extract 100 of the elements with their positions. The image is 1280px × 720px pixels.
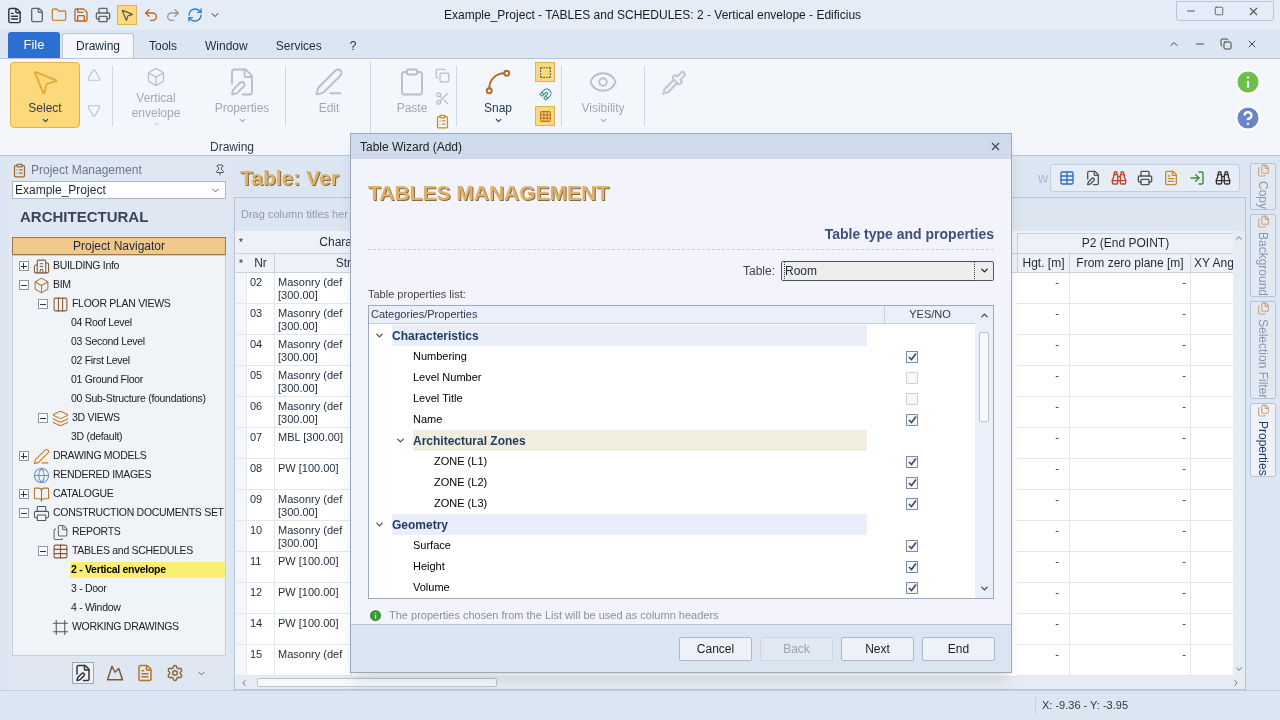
ribbon-tab[interactable]: Window bbox=[192, 33, 261, 58]
vertical-scrollbar[interactable] bbox=[1233, 231, 1245, 676]
settings-icon[interactable] bbox=[165, 664, 184, 682]
help-icon[interactable] bbox=[1234, 104, 1262, 132]
checkbox[interactable] bbox=[906, 455, 918, 468]
side-tab[interactable]: Properties bbox=[1250, 403, 1276, 478]
column-header[interactable]: XY Ang bbox=[1191, 254, 1233, 272]
tree-item[interactable]: DRAWING MODELS bbox=[52, 448, 225, 464]
search-icon[interactable] bbox=[1215, 170, 1231, 186]
row-header-cell[interactable] bbox=[235, 397, 247, 428]
tree-item[interactable]: 04 Roof Level bbox=[70, 315, 225, 331]
snap-mode-toggle[interactable] bbox=[535, 106, 555, 126]
row-header-cell[interactable] bbox=[235, 490, 247, 521]
preview-icon[interactable] bbox=[1111, 170, 1127, 186]
expand-toggle[interactable] bbox=[18, 451, 29, 461]
refresh-icon[interactable] bbox=[187, 7, 203, 23]
ribbon-button[interactable]: Select bbox=[10, 62, 80, 128]
edit-table-icon[interactable] bbox=[1085, 170, 1101, 186]
column-header[interactable]: YES/NO bbox=[885, 306, 975, 323]
category-row[interactable]: Geometry bbox=[392, 514, 867, 535]
row-header-cell[interactable] bbox=[235, 521, 247, 552]
row-header-cell[interactable] bbox=[235, 583, 247, 614]
collapse-chevron-icon[interactable] bbox=[394, 435, 406, 446]
dialog-button[interactable]: End bbox=[922, 636, 995, 661]
collapse-chevron-icon[interactable] bbox=[373, 519, 385, 530]
checkbox[interactable] bbox=[906, 476, 918, 489]
paste-special-icon[interactable] bbox=[435, 114, 450, 129]
snap-mode-toggle[interactable] bbox=[535, 62, 555, 82]
table-select[interactable]: Room bbox=[781, 260, 994, 281]
tree-item[interactable]: 00 Sub-Structure (foundations) bbox=[70, 391, 225, 407]
category-row[interactable]: Characteristics bbox=[392, 325, 867, 346]
print-icon[interactable] bbox=[95, 7, 111, 23]
tree-item[interactable]: 01 Ground Floor bbox=[70, 372, 225, 388]
category-row[interactable]: Architectural Zones bbox=[413, 430, 867, 451]
ribbon-tab[interactable]: Drawing bbox=[62, 33, 134, 58]
ribbon-tab[interactable]: ? bbox=[336, 33, 370, 58]
column-header[interactable]: From zero plane [m] bbox=[1070, 254, 1191, 272]
checkbox[interactable] bbox=[906, 350, 918, 363]
tree-item[interactable]: 2 - Vertical envelope bbox=[70, 562, 225, 578]
column-header[interactable]: Categories/Properties bbox=[369, 306, 885, 323]
ribbon-tab[interactable]: Tools bbox=[136, 33, 191, 58]
row-header-cell[interactable] bbox=[235, 552, 247, 583]
collapse-toggle[interactable] bbox=[37, 299, 48, 309]
project-dropdown[interactable]: Example_Project bbox=[12, 181, 226, 199]
horizontal-scrollbar[interactable] bbox=[235, 676, 1245, 689]
save-icon[interactable] bbox=[73, 7, 89, 23]
collapse-toggle[interactable] bbox=[18, 280, 29, 290]
collapse-chevron-icon[interactable] bbox=[373, 330, 385, 341]
navigator-icon[interactable] bbox=[73, 664, 92, 682]
column-header[interactable]: Hgt. [m] bbox=[1017, 254, 1070, 272]
close-document-icon[interactable] bbox=[1246, 38, 1258, 50]
row-header-cell[interactable] bbox=[235, 335, 247, 366]
checkbox[interactable] bbox=[906, 581, 918, 594]
expand-toggle[interactable] bbox=[18, 489, 29, 499]
export-icon[interactable] bbox=[1163, 170, 1179, 186]
folder-icon[interactable] bbox=[51, 7, 67, 23]
tree-item[interactable]: BUILDING Info bbox=[52, 258, 225, 274]
row-header-cell[interactable] bbox=[235, 273, 247, 304]
close-icon[interactable] bbox=[989, 140, 1002, 153]
undo-icon[interactable] bbox=[143, 7, 159, 23]
tree-item[interactable]: 3D VIEWS bbox=[71, 410, 225, 426]
scroll-down-icon[interactable] bbox=[1234, 664, 1244, 674]
dialog-button[interactable]: Cancel bbox=[679, 636, 752, 661]
row-header-cell[interactable] bbox=[235, 459, 247, 490]
scroll-up-icon[interactable] bbox=[1234, 233, 1244, 243]
column-header[interactable]: Nr bbox=[247, 254, 275, 272]
new-file-icon[interactable] bbox=[29, 7, 45, 23]
tree-item[interactable]: 3D (default) bbox=[70, 429, 225, 445]
scroll-thumb[interactable] bbox=[979, 332, 989, 422]
vertical-scrollbar[interactable] bbox=[975, 306, 993, 598]
ribbon-button[interactable]: Snap bbox=[463, 62, 533, 128]
scroll-down-icon[interactable] bbox=[978, 583, 990, 594]
column-header[interactable]: Str bbox=[275, 254, 352, 272]
tree-item[interactable]: FLOOR PLAN VIEWS bbox=[71, 296, 225, 312]
rock-icon[interactable] bbox=[105, 664, 124, 682]
scroll-right-icon[interactable] bbox=[1231, 677, 1241, 688]
checkbox[interactable] bbox=[906, 413, 918, 426]
row-header-cell[interactable] bbox=[235, 304, 247, 335]
table-icon[interactable] bbox=[1059, 170, 1075, 186]
tree-item[interactable]: 02 First Level bbox=[70, 353, 225, 369]
ribbon-tab[interactable]: Services bbox=[262, 33, 335, 58]
tree-item[interactable]: CONSTRUCTION DOCUMENTS SET bbox=[52, 505, 225, 521]
tree-item[interactable]: 4 - Window bbox=[70, 600, 225, 616]
pointer-toggle[interactable] bbox=[117, 5, 137, 25]
row-header-cell[interactable] bbox=[235, 614, 247, 645]
print-icon[interactable] bbox=[1137, 170, 1153, 186]
row-header-cell[interactable] bbox=[235, 366, 247, 397]
collapse-toggle[interactable] bbox=[37, 546, 48, 556]
scroll-left-icon[interactable] bbox=[239, 677, 249, 688]
tree-item[interactable]: 3 - Door bbox=[70, 581, 225, 597]
scroll-up-icon[interactable] bbox=[978, 310, 990, 321]
file-tab[interactable]: File bbox=[8, 32, 60, 58]
checkbox[interactable] bbox=[906, 560, 918, 573]
info-icon[interactable] bbox=[1234, 68, 1262, 96]
maximize-icon[interactable] bbox=[1214, 6, 1224, 16]
tree-item[interactable]: TABLES and SCHEDULES bbox=[71, 543, 225, 559]
checkbox[interactable] bbox=[906, 539, 918, 552]
redo-icon[interactable] bbox=[165, 7, 181, 23]
dialog-button[interactable]: Next bbox=[841, 636, 914, 661]
tree-item[interactable]: WORKING DRAWINGS bbox=[71, 619, 225, 635]
